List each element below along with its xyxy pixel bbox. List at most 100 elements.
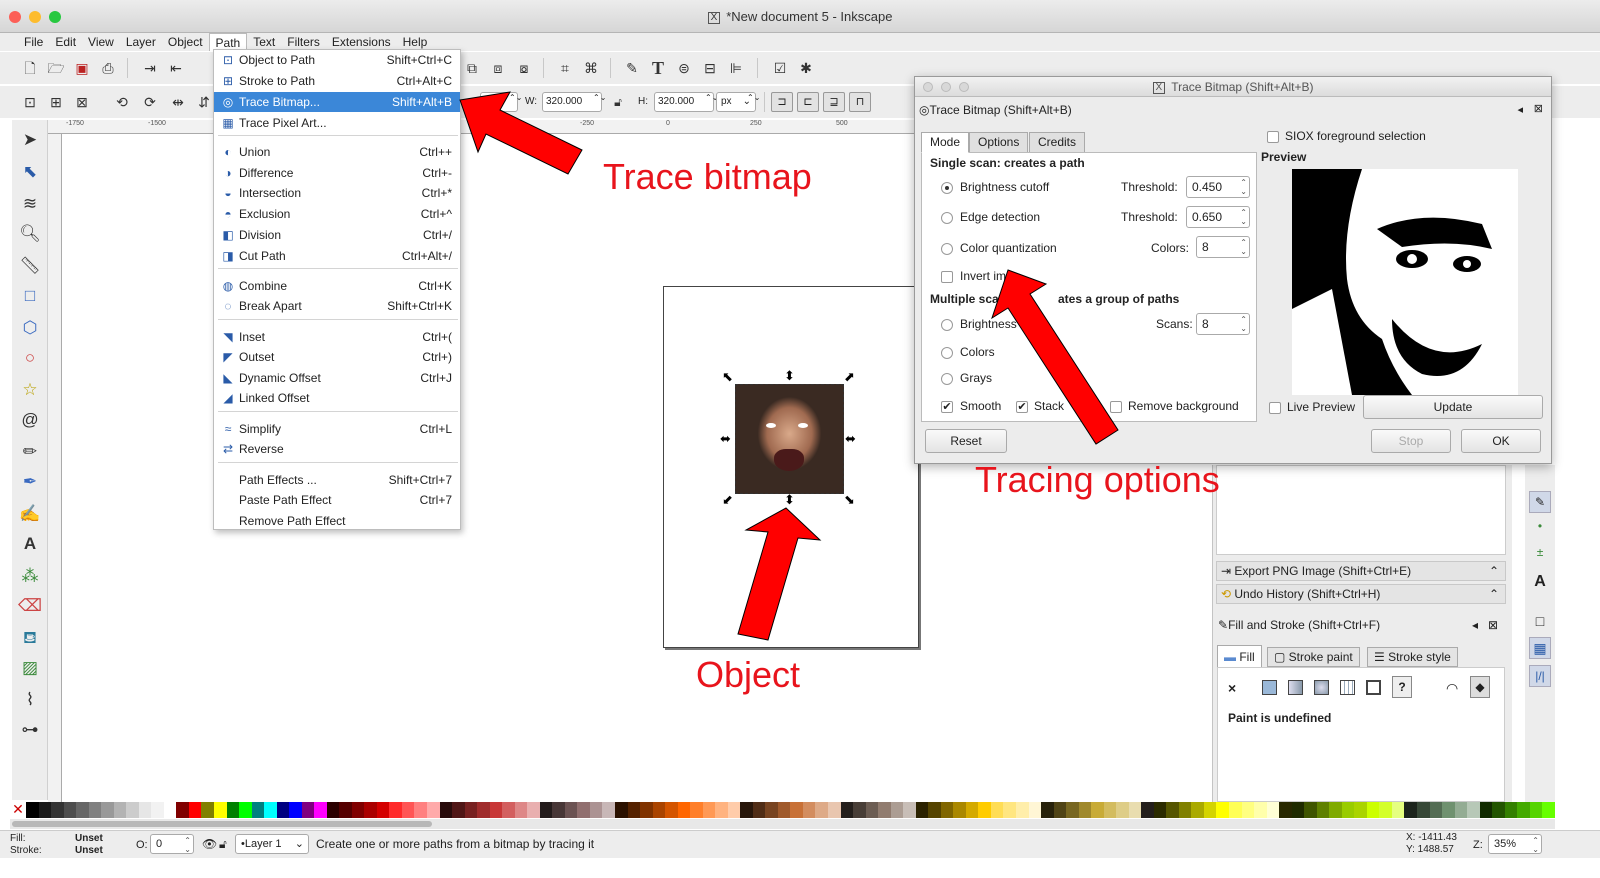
palette-swatch[interactable] <box>1517 802 1530 818</box>
menu-item-union[interactable]: ◐ Union Ctrl++ <box>214 142 460 162</box>
scale-handle-sw[interactable]: ⬋ <box>722 493 733 506</box>
rectangle-tool-icon[interactable]: □ <box>18 284 42 308</box>
3d-box-tool-icon[interactable]: ⬡ <box>18 316 42 340</box>
palette-swatch[interactable] <box>1116 802 1129 818</box>
fill-indicator-value[interactable]: Unset <box>75 833 103 844</box>
palette-swatch[interactable] <box>903 802 916 818</box>
palette-swatch[interactable] <box>1103 802 1117 818</box>
scans-spinner[interactable]: 8 ⌃ ⌄ <box>1196 313 1250 335</box>
edge-threshold-spinner[interactable]: 0.650 ⌃ ⌄ <box>1186 206 1250 228</box>
brightness-cutoff-radio[interactable] <box>941 182 953 194</box>
palette-swatch[interactable] <box>364 802 377 818</box>
save-icon[interactable]: ▣ <box>72 58 92 78</box>
paint-bucket-tool-icon[interactable]: ⛾ <box>18 626 42 650</box>
pen-tool-icon[interactable]: ✒ <box>18 470 42 494</box>
menu-item-cut-path[interactable]: ◨ Cut Path Ctrl+Alt+/ <box>214 246 460 266</box>
palette-swatch[interactable] <box>26 802 39 818</box>
palette-swatch[interactable] <box>201 802 214 818</box>
palette-swatch[interactable] <box>1366 802 1380 818</box>
palette-swatch[interactable] <box>928 802 941 818</box>
width-field[interactable]: 320.000 <box>542 92 602 112</box>
palette-swatch[interactable] <box>514 802 528 818</box>
palette-swatch[interactable] <box>439 802 453 818</box>
menu-layer[interactable]: Layer <box>120 33 162 51</box>
layer-visibility-icon[interactable]: 👁︎ <box>202 837 217 851</box>
palette-swatch[interactable] <box>677 802 691 818</box>
scale-stroke-toggle[interactable]: ⊐ <box>771 92 793 112</box>
palette-swatch[interactable] <box>702 802 716 818</box>
scale-handle-ne[interactable]: ⬈ <box>844 370 855 383</box>
palette-swatch[interactable] <box>1028 802 1042 818</box>
palette-swatch[interactable] <box>865 802 879 818</box>
preferences-icon[interactable]: ✱ <box>796 58 816 78</box>
menu-item-intersection[interactable]: ◒ Intersection Ctrl+* <box>214 183 460 203</box>
export-icon[interactable]: ⇤ <box>166 58 186 78</box>
tab-mode[interactable]: Mode <box>921 132 970 153</box>
palette-swatch[interactable] <box>878 802 891 818</box>
palette-swatch[interactable] <box>853 802 866 818</box>
palette-swatch[interactable] <box>1504 802 1518 818</box>
fill-rule-evenodd-icon[interactable]: ◠ <box>1446 680 1458 697</box>
scale-corners-toggle[interactable]: ⊏ <box>797 92 819 112</box>
tweak-tool-icon[interactable]: ≋ <box>18 192 42 216</box>
edge-detection-radio[interactable] <box>941 212 953 224</box>
node-tool-icon[interactable]: ⬉ <box>18 160 42 184</box>
palette-swatch[interactable] <box>978 802 991 818</box>
stroke-indicator-value[interactable]: Unset <box>75 845 103 856</box>
palette-swatch[interactable] <box>138 802 152 818</box>
close-panel-icon[interactable]: ⊠ <box>1534 102 1543 115</box>
horizontal-scrollbar[interactable] <box>10 819 1555 829</box>
palette-swatch[interactable] <box>101 802 114 818</box>
gradient-tool-icon[interactable]: ▨ <box>18 656 42 680</box>
palette-swatch[interactable] <box>188 802 202 818</box>
xml-editor-icon[interactable]: ⊜ <box>674 58 694 78</box>
palette-swatch[interactable] <box>890 802 904 818</box>
palette-swatch[interactable] <box>314 802 327 818</box>
palette-swatch[interactable] <box>990 802 1004 818</box>
ok-button[interactable]: OK <box>1461 429 1541 453</box>
spray-tool-icon[interactable]: ⁂ <box>18 564 42 588</box>
palette-swatch[interactable] <box>840 802 854 818</box>
flat-color-button[interactable] <box>1262 680 1277 695</box>
menu-edit[interactable]: Edit <box>49 33 82 51</box>
siox-checkbox[interactable] <box>1267 131 1279 143</box>
export-png-panel-header[interactable]: ⇥ Export PNG Image (Shift+Ctrl+E) ⌃ <box>1216 561 1506 581</box>
text-tool-icon[interactable]: A <box>18 532 42 556</box>
x-position-field[interactable]: 714 <box>480 92 518 112</box>
snap-enable-icon[interactable]: ✎ <box>1529 491 1551 513</box>
menu-item-break-apart[interactable]: ◌ Break Apart Shift+Ctrl+K <box>214 296 460 316</box>
eraser-tool-icon[interactable]: ⌫ <box>18 594 42 618</box>
zoom-tool-icon[interactable]: 🔍︎ <box>18 222 42 246</box>
palette-swatch[interactable] <box>1304 802 1317 818</box>
palette-swatch[interactable] <box>1467 802 1480 818</box>
menu-item-outset[interactable]: ◤ Outset Ctrl+) <box>214 347 460 367</box>
import-icon[interactable]: ⇥ <box>140 58 160 78</box>
star-tool-icon[interactable]: ☆ <box>18 378 42 402</box>
palette-swatch[interactable] <box>1128 802 1142 818</box>
chevron-up-icon[interactable]: ⌃ <box>1489 562 1499 580</box>
menu-item-division[interactable]: ◧ Division Ctrl+/ <box>214 225 460 245</box>
palette-swatch[interactable] <box>464 802 478 818</box>
menu-item-trace-bitmap[interactable]: ◎ Trace Bitmap... Shift+Alt+B <box>214 92 460 112</box>
stroke-style-tab[interactable]: ☰ Stroke style <box>1367 647 1458 667</box>
colors-spinner[interactable]: 8 ⌃ ⌄ <box>1196 236 1250 258</box>
palette-swatch[interactable] <box>289 802 302 818</box>
linear-gradient-button[interactable] <box>1288 680 1303 695</box>
invert-image-checkbox[interactable] <box>941 271 953 283</box>
snap-bbox-icon[interactable]: ± <box>1529 545 1551 565</box>
palette-swatch[interactable] <box>1241 802 1255 818</box>
palette-swatch[interactable] <box>1053 802 1067 818</box>
palette-swatch[interactable] <box>301 802 315 818</box>
layer-lock-icon[interactable]: 🔓︎ <box>219 837 227 852</box>
palette-swatch[interactable] <box>1091 802 1104 818</box>
scale-handle-s[interactable]: ⬍ <box>784 493 795 506</box>
palette-swatch[interactable] <box>1454 802 1468 818</box>
radial-gradient-button[interactable] <box>1314 680 1329 695</box>
menu-item-inset[interactable]: ◥ Inset Ctrl+( <box>214 327 460 347</box>
palette-swatch[interactable] <box>589 802 603 818</box>
open-document-icon[interactable]: 🗁 <box>46 58 66 78</box>
palette-swatch[interactable] <box>1041 802 1054 818</box>
calligraphy-tool-icon[interactable]: ✍ <box>18 502 42 526</box>
panel-menu-icon[interactable]: ◂ <box>1517 103 1523 116</box>
stop-button[interactable]: Stop <box>1371 429 1451 453</box>
